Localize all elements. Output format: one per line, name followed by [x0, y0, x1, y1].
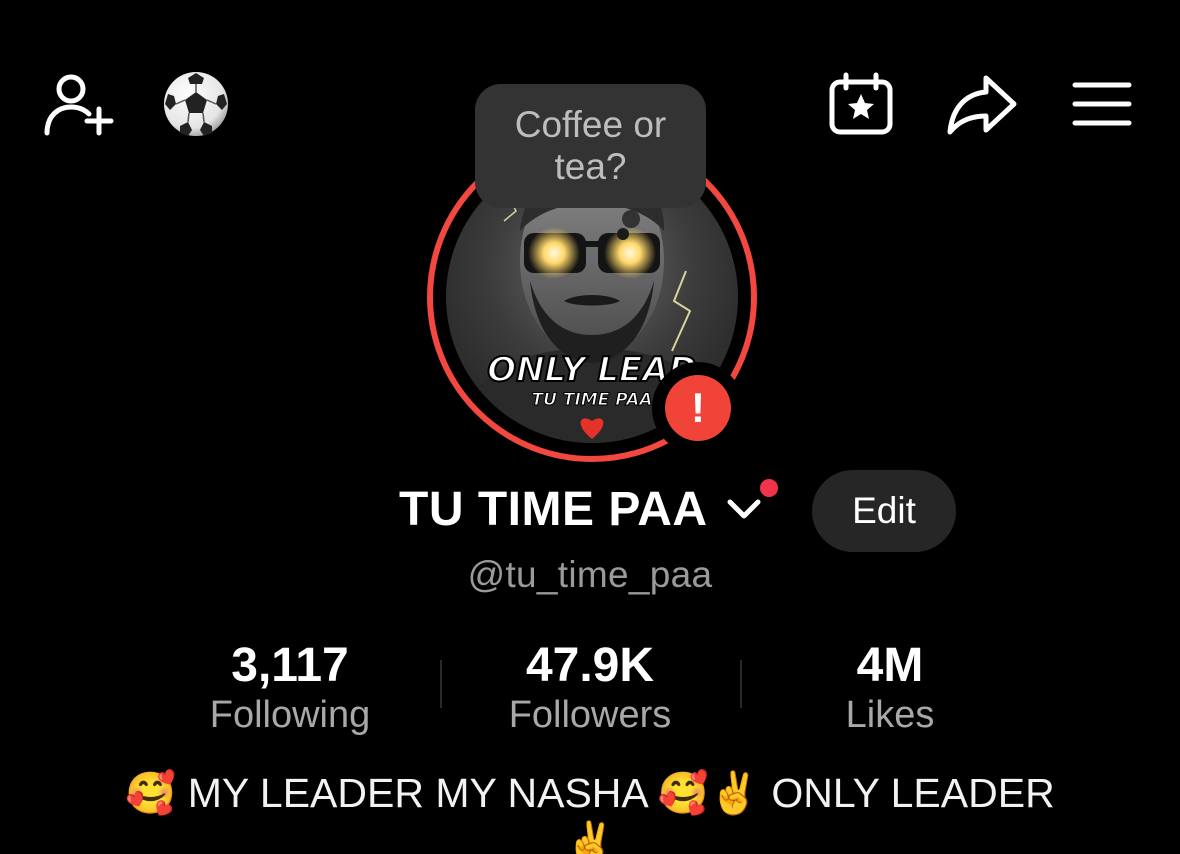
display-name: TU TIME PAA: [399, 483, 708, 536]
soccer-ball-icon: [164, 72, 228, 136]
chevron-down-icon: [727, 499, 761, 519]
stat-followers[interactable]: 47.9K Followers: [440, 640, 740, 740]
soccer-ball-button[interactable]: [160, 68, 232, 140]
stat-label: Followers: [508, 694, 672, 736]
share-arrow-icon: [947, 75, 1017, 135]
menu-button[interactable]: [1070, 76, 1134, 132]
avatar-overlay-subtext: TU TIME PAA: [532, 390, 653, 410]
stat-value: 47.9K: [525, 639, 655, 692]
account-switch-button[interactable]: [726, 498, 762, 527]
stat-label: Following: [209, 694, 371, 736]
notification-dot: [757, 476, 781, 500]
bio-text-line2: ✌️: [564, 820, 616, 854]
stat-following[interactable]: 3,117 Following: [140, 640, 440, 740]
warning-badge[interactable]: !: [652, 362, 744, 454]
hamburger-menu-icon: [1072, 82, 1132, 126]
add-friend-button[interactable]: [40, 70, 116, 138]
stat-value: 4M: [856, 639, 924, 692]
person-add-icon: [44, 74, 114, 136]
note-bubble-tail-small: [617, 228, 629, 240]
calendar-star-icon: [829, 72, 893, 135]
bio-text: 🥰 MY LEADER MY NASHA 🥰✌️ ONLY LEADER: [125, 770, 1055, 816]
share-button[interactable]: [944, 70, 1020, 138]
profile-screen: ONLY LEAD TU TIME PAA Coffee or tea? ! T…: [0, 0, 1180, 854]
exclamation-icon: !: [665, 375, 731, 441]
note-bubble-tail: [622, 210, 640, 228]
stat-label: Likes: [845, 694, 935, 736]
note-bubble[interactable]: Coffee or tea?: [475, 84, 706, 208]
stat-divider: [440, 660, 442, 708]
note-text: Coffee or tea?: [514, 104, 667, 187]
stat-value: 3,117: [231, 639, 349, 692]
stats-row: 3,117 Following 47.9K Followers 4M Likes: [140, 640, 1040, 740]
edit-profile-button[interactable]: Edit: [812, 470, 956, 552]
name-row: TU TIME PAA Edit: [0, 470, 1180, 554]
stat-divider: [740, 660, 742, 708]
username: @tu_time_paa: [467, 554, 713, 595]
calendar-button[interactable]: [826, 70, 896, 138]
stat-likes[interactable]: 4M Likes: [740, 640, 1040, 740]
